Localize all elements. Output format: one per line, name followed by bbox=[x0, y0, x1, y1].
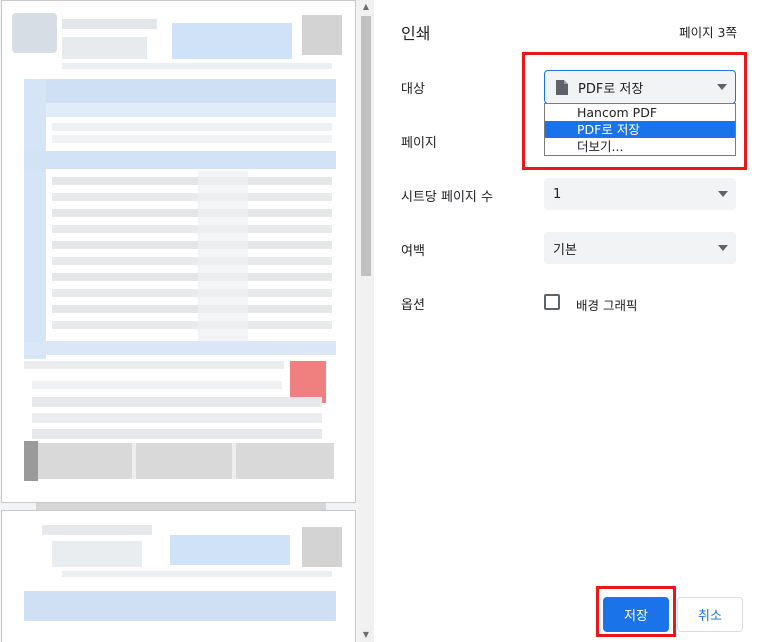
scroll-down-icon[interactable]: ▼ bbox=[358, 628, 374, 642]
preview-page-1 bbox=[1, 0, 356, 503]
destination-highlight bbox=[522, 52, 747, 170]
pages-per-sheet-select[interactable]: 1 bbox=[544, 178, 736, 210]
background-graphics-label[interactable]: 배경 그래픽 bbox=[576, 295, 637, 314]
preview-page-2 bbox=[1, 510, 356, 642]
print-preview: ▲ ▼ bbox=[0, 0, 374, 642]
destination-label: 대상 bbox=[401, 82, 425, 97]
print-settings: 인쇄 페이지 3쪽 대상 PDF로 저장 Hancom PDF PDF로 저장 … bbox=[374, 0, 759, 642]
margins-select[interactable]: 기본 bbox=[544, 232, 736, 264]
page-separator bbox=[36, 503, 326, 510]
scroll-up-icon[interactable]: ▲ bbox=[358, 0, 374, 14]
chevron-down-icon bbox=[718, 191, 728, 197]
background-graphics-checkbox[interactable] bbox=[544, 294, 560, 310]
margins-label: 여백 bbox=[401, 244, 425, 259]
options-label: 옵션 bbox=[401, 298, 425, 313]
pages-per-sheet-value: 1 bbox=[553, 186, 562, 202]
pages-label: 페이지 bbox=[401, 136, 437, 151]
scroll-thumb[interactable] bbox=[361, 16, 371, 276]
chevron-down-icon bbox=[718, 245, 728, 251]
cancel-button[interactable]: 취소 bbox=[677, 597, 743, 632]
margins-value: 기본 bbox=[553, 242, 577, 258]
save-highlight bbox=[596, 586, 676, 637]
page-count: 페이지 3쪽 bbox=[679, 25, 737, 40]
preview-scrollbar[interactable]: ▲ ▼ bbox=[358, 0, 374, 642]
dialog-title: 인쇄 bbox=[401, 24, 431, 43]
pages-per-sheet-label: 시트당 페이지 수 bbox=[401, 190, 493, 205]
